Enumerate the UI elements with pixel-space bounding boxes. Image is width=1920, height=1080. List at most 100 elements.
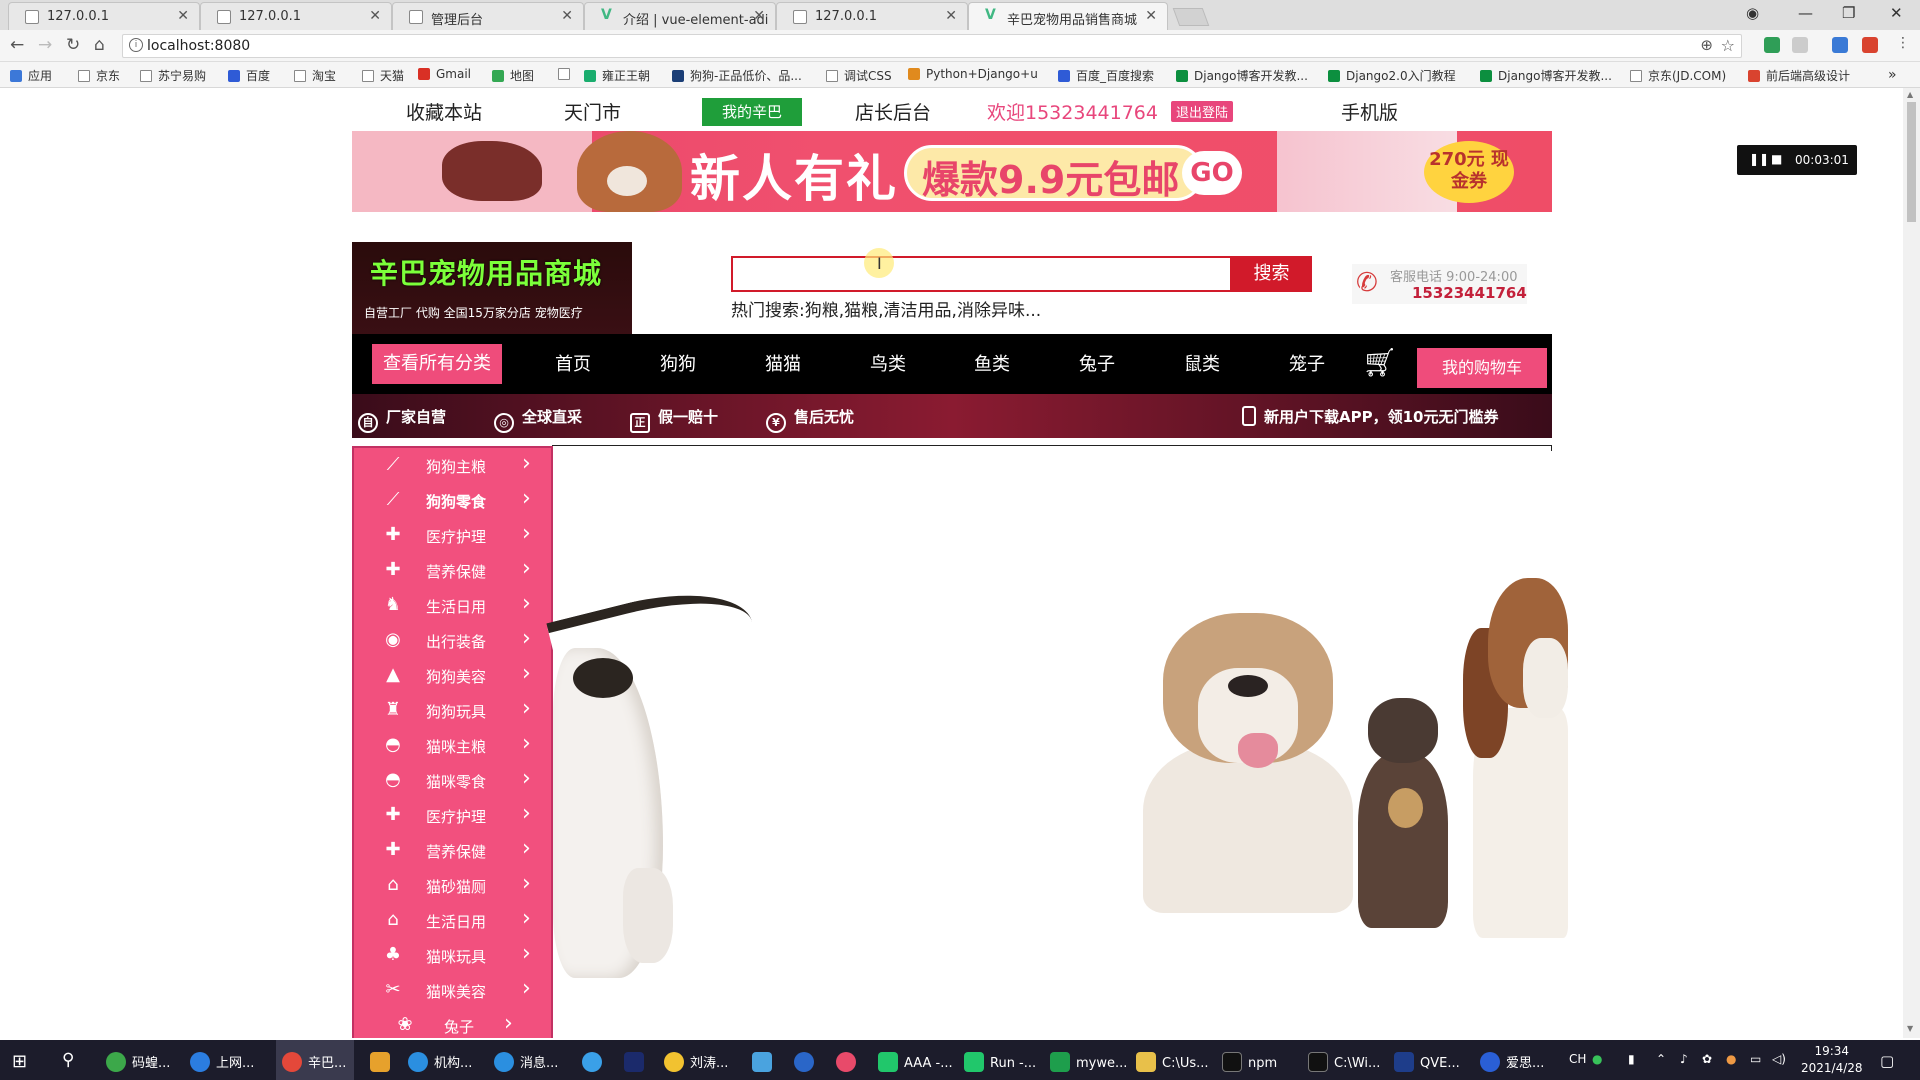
sidebar-item[interactable]: ♣ 猫咪玩具 ›	[354, 938, 551, 973]
reload-icon[interactable]: ↻	[66, 35, 80, 55]
pause-icon[interactable]: ❚❚	[1749, 152, 1769, 166]
tray-app-icon[interactable]: ●	[1726, 1052, 1736, 1066]
window-close-icon[interactable]: ✕	[1890, 4, 1903, 22]
scroll-down-icon[interactable]: ▼	[1907, 1024, 1913, 1033]
bookmark[interactable]: 百度	[228, 67, 270, 84]
location-icon[interactable]: ⊕	[1700, 36, 1713, 54]
close-icon[interactable]: ✕	[369, 8, 381, 24]
bookmark[interactable]: 前后端高级设计	[1748, 67, 1850, 84]
ime-indicator[interactable]: CH	[1569, 1052, 1586, 1066]
screen-recorder-widget[interactable]: ❚❚ ■ 00:03:01	[1737, 145, 1857, 175]
hot-search[interactable]: 热门搜索:狗粮,猫粮,清洁用品,消除异味...	[731, 296, 1041, 321]
tray-app-icon[interactable]: ✿	[1702, 1052, 1712, 1066]
category-home[interactable]: 首页	[555, 350, 591, 376]
bookmark[interactable]: 百度_百度搜索	[1058, 67, 1154, 84]
bookmark[interactable]: 苏宁易购	[140, 67, 206, 84]
taskbar-app[interactable]: 爱思...	[1480, 1040, 1544, 1080]
taskbar-app[interactable]: QVE...	[1394, 1040, 1460, 1080]
category-rodent[interactable]: 鼠类	[1184, 350, 1220, 376]
windows-start-icon[interactable]: ⊞	[12, 1051, 27, 1072]
search-input[interactable]	[733, 258, 1230, 290]
back-icon[interactable]: ←	[10, 35, 24, 55]
promo-banner[interactable]: 新人有礼 爆款9.9元包邮 GO 270元 现金券	[352, 131, 1552, 212]
extension-icon[interactable]	[1792, 37, 1808, 53]
site-logo[interactable]: 辛巴宠物用品商城 自营工厂 代购 全国15万家分店 宠物医疗	[352, 242, 632, 336]
tray-expand-icon[interactable]: ⌃	[1656, 1052, 1666, 1066]
bookmark[interactable]	[558, 67, 576, 81]
taskbar-app[interactable]	[752, 1040, 778, 1080]
cart-icon[interactable]: 🛒︎	[1362, 346, 1398, 379]
more-bookmarks-icon[interactable]: »	[1888, 67, 1897, 83]
promo-app-download[interactable]: 新用户下载APP，领10元无门槛券	[1242, 406, 1498, 427]
address-bar[interactable]: i localhost:8080 ⊕ ☆	[122, 34, 1742, 58]
taskbar-app[interactable]: 消息...	[494, 1040, 558, 1080]
sidebar-item[interactable]: ✚ 医疗护理 ›	[354, 518, 551, 553]
my-account-button[interactable]: 我的辛巴	[702, 98, 802, 126]
taskbar-app[interactable]: C:\Us...	[1136, 1040, 1209, 1080]
taskbar-app[interactable]: C:\Wi...	[1308, 1040, 1380, 1080]
sidebar-item[interactable]: ⟋ 狗狗零食 ›	[354, 483, 551, 518]
bookmark[interactable]: Gmail	[418, 67, 471, 81]
taskbar-app-active[interactable]: 辛巴...	[276, 1040, 355, 1080]
forward-icon[interactable]: →	[38, 35, 52, 55]
bookmark[interactable]: Django博客开发教...	[1176, 67, 1308, 84]
browser-tab-active[interactable]: V 辛巴宠物用品销售商城 ✕	[968, 2, 1168, 30]
taskbar-app[interactable]: mywe...	[1050, 1040, 1127, 1080]
taskbar-app[interactable]: 刘涛...	[664, 1040, 728, 1080]
bookmark[interactable]: 淘宝	[294, 67, 336, 84]
bookmark-star-icon[interactable]: ☆	[1721, 36, 1735, 55]
sidebar-item[interactable]: ✂ 猫咪美容 ›	[354, 973, 551, 1008]
taskbar-app[interactable]	[370, 1040, 396, 1080]
extension-icon[interactable]	[1862, 37, 1878, 53]
category-rabbit[interactable]: 兔子	[1079, 350, 1115, 376]
new-tab-button[interactable]	[1172, 8, 1210, 26]
taskbar-app[interactable]	[794, 1040, 820, 1080]
category-dog[interactable]: 狗狗	[660, 350, 696, 376]
notifications-icon[interactable]: ▢	[1880, 1052, 1894, 1070]
sidebar-item[interactable]: ▲ 狗狗美容 ›	[354, 658, 551, 693]
bookmark[interactable]: 天猫	[362, 67, 404, 84]
banner-go-button[interactable]: GO	[1182, 151, 1242, 195]
sidebar-item[interactable]: ✚ 营养保健 ›	[354, 553, 551, 588]
bookmark[interactable]: 雍正王朝	[584, 67, 650, 84]
bookmark[interactable]: Python+Django+u	[908, 67, 1038, 81]
close-icon[interactable]: ✕	[177, 8, 189, 24]
all-categories-button[interactable]: 查看所有分类	[372, 344, 502, 384]
sidebar-item[interactable]: ♞ 生活日用 ›	[354, 588, 551, 623]
battery-icon[interactable]: ▮	[1628, 1052, 1635, 1066]
close-icon[interactable]: ✕	[1145, 8, 1157, 24]
extension-icon[interactable]	[1832, 37, 1848, 53]
category-bird[interactable]: 鸟类	[870, 350, 906, 376]
taskbar-app[interactable]: AAA -...	[878, 1040, 953, 1080]
bookmark[interactable]: 京东(JD.COM)	[1630, 67, 1726, 84]
search-box[interactable]	[731, 256, 1232, 292]
sidebar-item[interactable]: ✚ 医疗护理 ›	[354, 798, 551, 833]
stop-icon[interactable]: ■	[1771, 152, 1782, 166]
home-icon[interactable]: ⌂	[94, 35, 105, 55]
category-fish[interactable]: 鱼类	[974, 350, 1010, 376]
category-cat[interactable]: 猫猫	[765, 350, 801, 376]
admin-link[interactable]: 店长后台	[855, 98, 931, 125]
bookmark[interactable]: 地图	[492, 67, 534, 84]
microphone-icon[interactable]: ♪	[1680, 1052, 1688, 1066]
browser-tab[interactable]: 管理后台 ✕	[392, 2, 584, 30]
close-icon[interactable]: ✕	[561, 8, 573, 24]
network-icon[interactable]: ▭	[1750, 1052, 1761, 1066]
bookmark[interactable]: 调试CSS	[826, 67, 892, 84]
browser-tab[interactable]: 127.0.0.1 ✕	[200, 2, 392, 30]
volume-icon[interactable]: ◁)	[1772, 1052, 1786, 1066]
favorite-link[interactable]: 收藏本站	[406, 98, 482, 125]
taskbar-app[interactable]: 码蝗...	[106, 1040, 170, 1080]
scroll-up-icon[interactable]: ▲	[1907, 90, 1913, 99]
category-cage[interactable]: 笼子	[1289, 350, 1325, 376]
bookmark[interactable]: Django博客开发教...	[1480, 67, 1612, 84]
my-cart-button[interactable]: 我的购物车	[1417, 348, 1547, 388]
page-scrollbar[interactable]: ▲ ▼	[1903, 88, 1920, 1038]
menu-icon[interactable]: ⋮	[1896, 35, 1910, 51]
city-link[interactable]: 天门市	[564, 98, 621, 125]
sidebar-item[interactable]: ❀ 兔子 ›	[354, 1008, 551, 1038]
search-button[interactable]: 搜索	[1231, 256, 1312, 292]
sidebar-item[interactable]: ◉ 出行装备 ›	[354, 623, 551, 658]
sidebar-item[interactable]: ✚ 营养保健 ›	[354, 833, 551, 868]
sidebar-item[interactable]: ◓ 猫咪零食 ›	[354, 763, 551, 798]
